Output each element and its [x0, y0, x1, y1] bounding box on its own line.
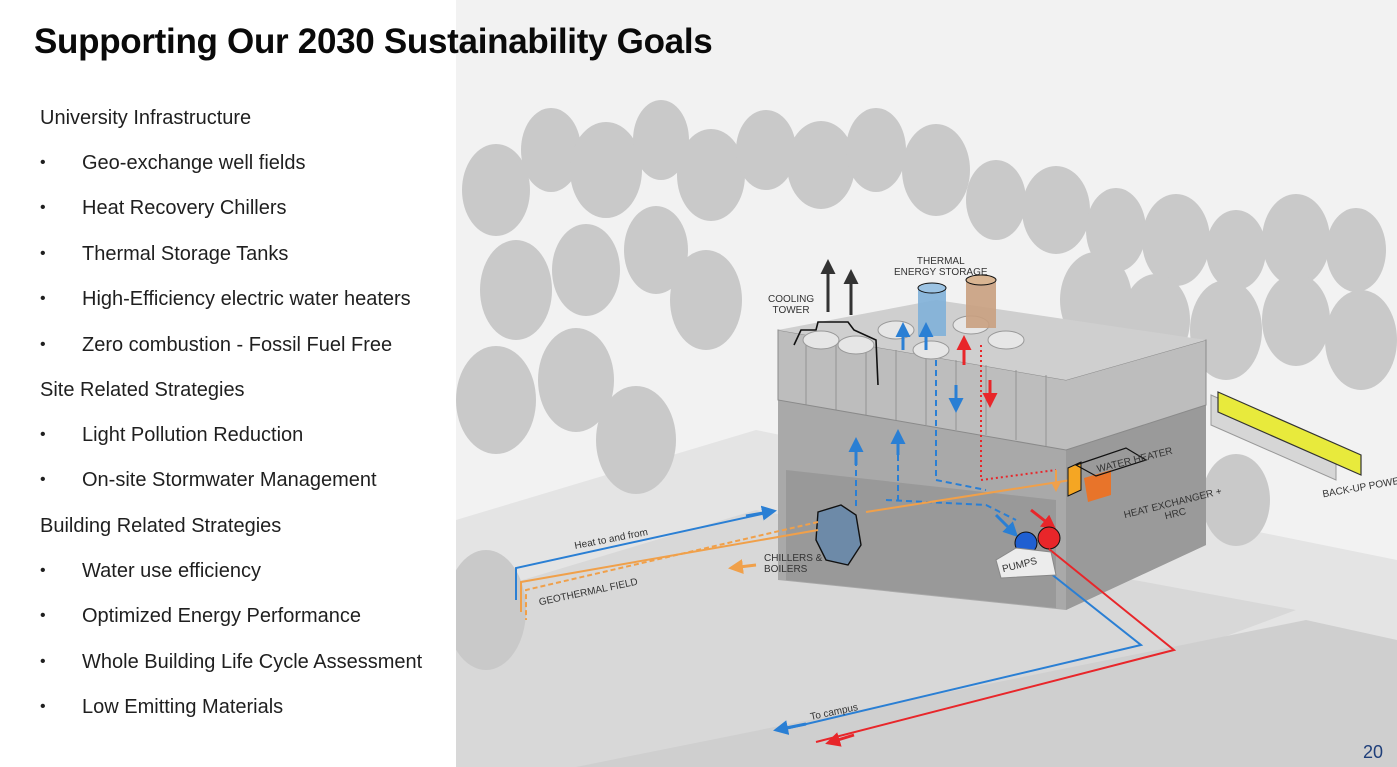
- list-item: • Thermal Storage Tanks: [40, 240, 450, 285]
- bullet-icon: •: [40, 425, 46, 443]
- list-item: • On-site Stormwater Management: [40, 466, 450, 511]
- list-item-text: Optimized Energy Performance: [82, 605, 362, 628]
- list-item: • Heat Recovery Chillers: [40, 194, 450, 239]
- list-item: • Zero combustion - Fossil Fuel Free: [40, 331, 450, 376]
- hot-pump: [1037, 526, 1061, 550]
- bullet-icon: •: [40, 607, 46, 625]
- label-thermal-storage: THERMAL ENERGY STORAGE: [894, 256, 988, 278]
- page-number: 20: [1362, 742, 1383, 762]
- list-item-text: Thermal Storage Tanks: [82, 242, 289, 265]
- bullet-icon: •: [40, 290, 46, 308]
- section-heading-site: Site Related Strategies: [40, 378, 245, 401]
- label-cooling-tower: COOLING TOWER: [768, 294, 815, 316]
- list-item: • Water use efficiency: [40, 557, 450, 602]
- section-heading-infrastructure: University Infrastructure: [40, 107, 252, 129]
- list-item-text: Geo-exchange well fields: [82, 152, 306, 174]
- list-item-text: Whole Building Life Cycle Assessment: [82, 650, 423, 673]
- bullet-icon: •: [40, 561, 46, 579]
- site-rendering: COOLING TOWER THERMAL ENERGY STORAGE WAT…: [456, 0, 1397, 767]
- list-item: • Low Emitting Materials: [40, 693, 450, 738]
- list-item-text: Low Emitting Materials: [82, 695, 284, 718]
- list-item-text: Heat Recovery Chillers: [82, 197, 287, 220]
- slide-title: Supporting Our 2030 Sustainability Goals: [34, 22, 713, 61]
- list-item: • Geo-exchange well fields: [40, 149, 450, 194]
- bullet-icon: •: [40, 154, 46, 171]
- cold-storage-tank: [918, 288, 946, 336]
- bullet-icon: •: [40, 652, 46, 670]
- bullet-icon: •: [40, 335, 46, 353]
- list-item-text: High-Efficiency electric water heaters: [82, 288, 411, 311]
- list-item: • Optimized Energy Performance: [40, 602, 450, 647]
- list-item-text: Zero combustion - Fossil Fuel Free: [82, 333, 393, 356]
- bullet-icon: •: [40, 244, 46, 262]
- list-item-text: On-site Stormwater Management: [82, 469, 377, 492]
- list-item: • High-Efficiency electric water heaters: [40, 285, 450, 330]
- bullet-icon: •: [40, 697, 46, 715]
- site-illustration: [456, 100, 1397, 767]
- list-item: • Whole Building Life Cycle Assessment: [40, 648, 450, 693]
- list-item: • Light Pollution Reduction: [40, 421, 450, 466]
- hot-storage-tank: [966, 280, 996, 328]
- section-heading-building: Building Related Strategies: [40, 514, 282, 537]
- list-item-text: Light Pollution Reduction: [82, 423, 304, 446]
- cold-tank-top: [917, 282, 947, 294]
- strategy-list: University Infrastructure • Geo-exchange …: [40, 104, 450, 738]
- label-chillers-boilers: CHILLERS & BOILERS: [764, 553, 823, 575]
- list-item-text: Water use efficiency: [82, 559, 261, 582]
- bullet-icon: •: [40, 471, 46, 489]
- bullet-icon: •: [40, 199, 46, 217]
